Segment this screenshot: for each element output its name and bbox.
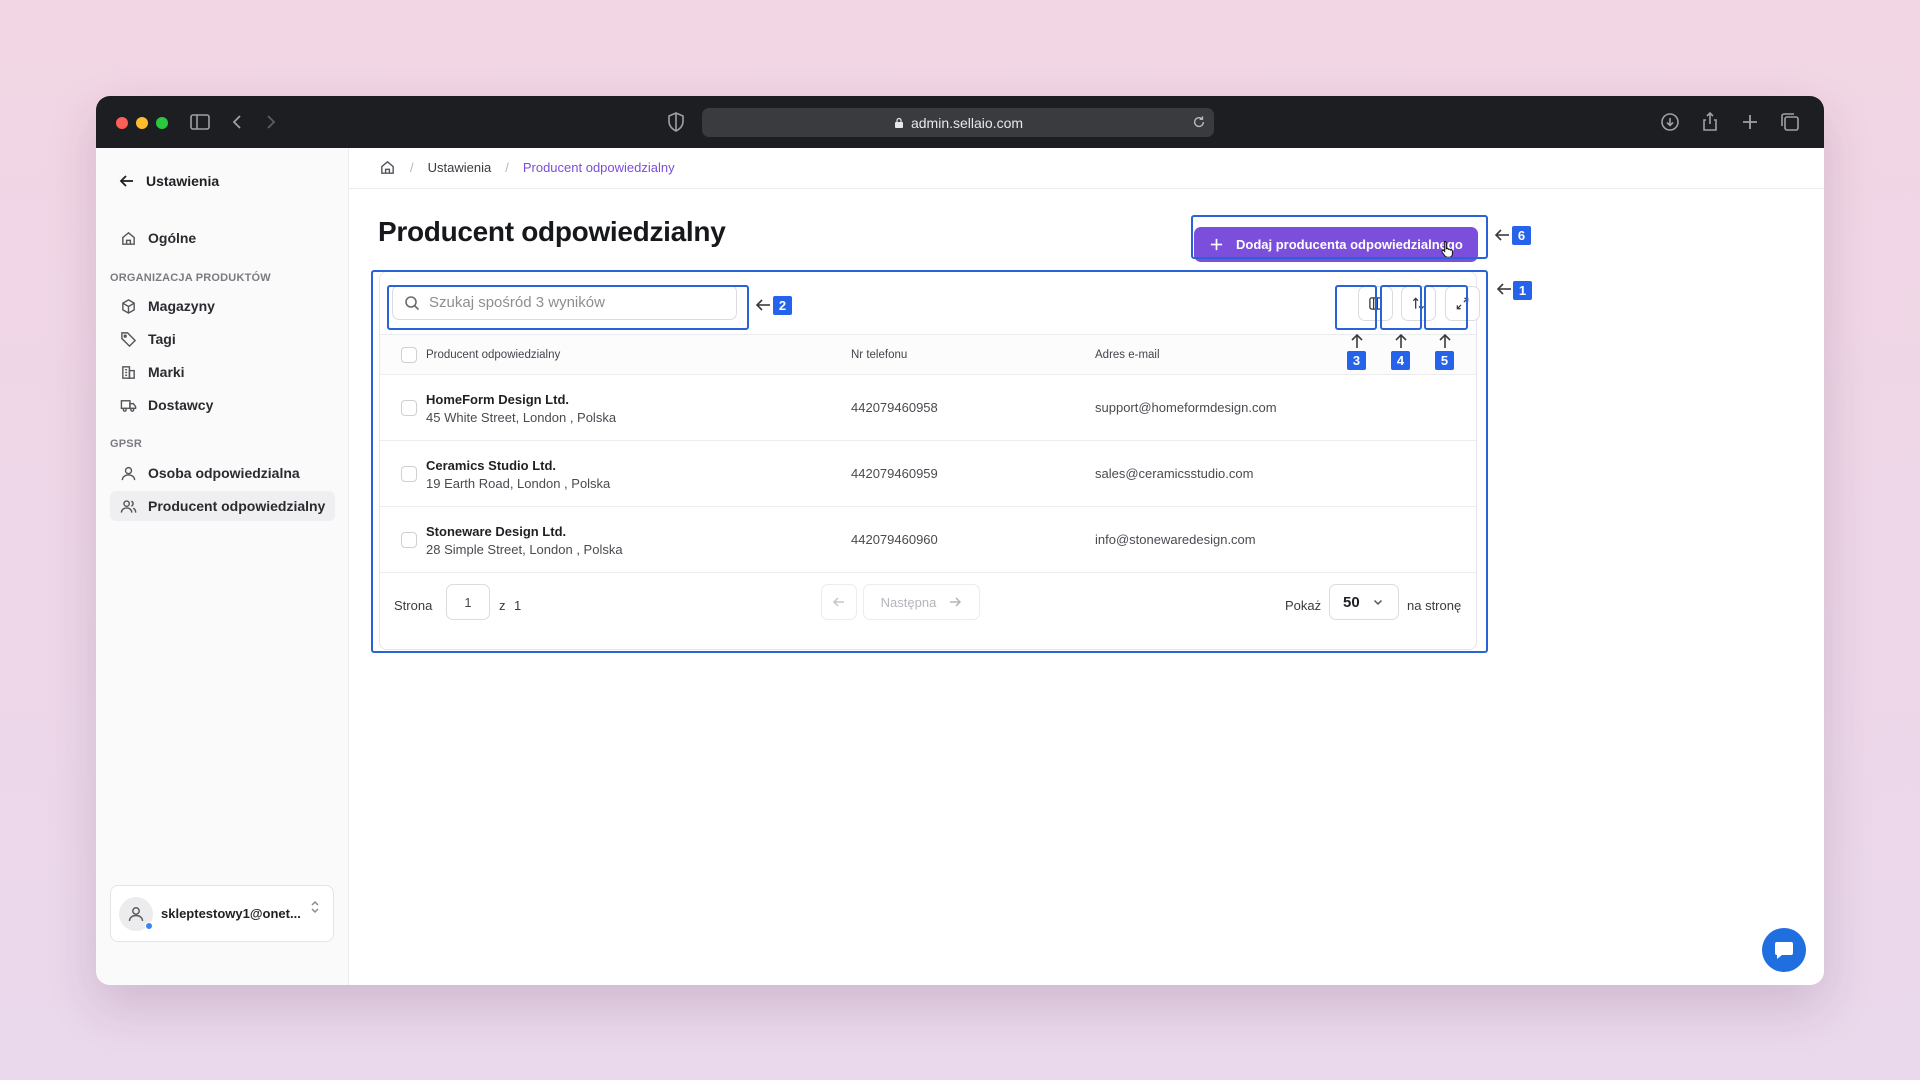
support-chat-button[interactable]: [1762, 928, 1806, 972]
annotation-badge-5: 5: [1435, 351, 1454, 370]
privacy-shield-icon[interactable]: [664, 110, 688, 134]
page-title: Producent odpowiedzialny: [378, 216, 726, 247]
building-icon: [120, 364, 137, 381]
arrow-left-icon: [1494, 228, 1510, 242]
sidebar-item-suppliers[interactable]: Dostawcy: [110, 390, 335, 420]
annotation-badge-4: 4: [1391, 351, 1410, 370]
home-breadcrumb-icon[interactable]: [379, 159, 396, 176]
chat-icon: [1773, 939, 1795, 961]
back-arrow-icon[interactable]: [226, 110, 250, 134]
share-icon[interactable]: [1698, 110, 1722, 134]
back-label: Ustawienia: [146, 173, 220, 189]
sidebar-item-label: Magazyny: [148, 298, 215, 314]
arrow-left-icon: [118, 172, 136, 190]
annotation-box-4: [1380, 285, 1422, 330]
new-tab-icon[interactable]: [1738, 110, 1762, 134]
address-bar[interactable]: admin.sellaio.com: [702, 108, 1214, 137]
sidebar-item-label: Producent odpowiedzialny: [148, 498, 326, 514]
users-icon: [120, 498, 137, 515]
user-email: skleptestowy1@onet...: [161, 906, 301, 921]
breadcrumb-bar: / Ustawienia / Producent odpowiedzialny: [349, 148, 1824, 189]
sidebar-item-label: Osoba odpowiedzialna: [148, 465, 300, 481]
sidebar-item-responsible-manufacturer[interactable]: Producent odpowiedzialny: [110, 491, 335, 521]
arrow-up-icon: [1394, 333, 1408, 349]
breadcrumb-separator: /: [505, 160, 509, 175]
section-label-gpsr: GPSR: [110, 438, 142, 450]
annotation-badge-6: 6: [1512, 226, 1531, 245]
online-status-dot: [145, 921, 153, 930]
annotation-badge-3: 3: [1347, 351, 1366, 370]
breadcrumb-settings[interactable]: Ustawienia: [428, 160, 492, 175]
address-bar-url: admin.sellaio.com: [910, 114, 1024, 131]
close-window-button[interactable]: [116, 117, 128, 129]
annotation-box-5: [1424, 285, 1468, 330]
arrow-up-icon: [1350, 333, 1364, 349]
breadcrumb-separator: /: [410, 160, 414, 175]
sidebar-item-warehouses[interactable]: Magazyny: [110, 291, 335, 321]
sidebar-item-label: Tagi: [148, 331, 176, 347]
section-label-products: ORGANIZACJA PRODUKTÓW: [110, 272, 271, 284]
arrow-left-icon: [1496, 282, 1512, 296]
forward-arrow-icon[interactable]: [258, 110, 282, 134]
tabs-overview-icon[interactable]: [1778, 110, 1802, 134]
annotation-box-3: [1335, 285, 1377, 330]
box-icon: [120, 298, 137, 315]
annotation-box-2: [387, 285, 749, 330]
minimize-window-button[interactable]: [136, 117, 148, 129]
sidebar-item-responsible-person[interactable]: Osoba odpowiedzialna: [110, 458, 335, 488]
sidebar-item-tags[interactable]: Tagi: [110, 324, 335, 354]
maximize-window-button[interactable]: [156, 117, 168, 129]
annotation-badge-2: 2: [773, 296, 792, 315]
avatar: [119, 896, 153, 931]
download-icon[interactable]: [1658, 110, 1682, 134]
browser-titlebar: admin.sellaio.com: [96, 96, 1824, 148]
sidebar-item-label: Dostawcy: [148, 397, 214, 413]
arrow-left-icon: [755, 298, 771, 312]
home-icon: [120, 230, 137, 247]
reload-icon[interactable]: [1192, 115, 1206, 129]
user-icon: [120, 465, 137, 482]
user-avatar-icon: [127, 905, 145, 923]
lock-icon: [893, 117, 905, 129]
sidebar-item-label: Ogólne: [148, 230, 197, 246]
sidebar-item-brands[interactable]: Marki: [110, 357, 335, 387]
sidebar-toggle-icon[interactable]: [188, 110, 212, 134]
tag-icon: [120, 331, 137, 348]
arrow-up-icon: [1438, 333, 1452, 349]
settings-sidebar: Ustawienia Ogólne ORGANIZACJA PRODUKTÓW …: [96, 148, 349, 985]
account-switcher[interactable]: skleptestowy1@onet...: [110, 885, 334, 942]
annotation-box-6: [1191, 215, 1488, 259]
truck-icon: [120, 397, 137, 414]
sidebar-item-general[interactable]: Ogólne: [110, 223, 335, 253]
sidebar-item-label: Marki: [148, 364, 185, 380]
annotation-badge-1: 1: [1513, 281, 1532, 300]
chevron-up-down-icon: [309, 898, 321, 916]
breadcrumb: / Ustawienia / Producent odpowiedzialny: [379, 159, 675, 176]
back-to-settings-link[interactable]: Ustawienia: [118, 172, 219, 190]
breadcrumb-current: Producent odpowiedzialny: [522, 160, 675, 175]
